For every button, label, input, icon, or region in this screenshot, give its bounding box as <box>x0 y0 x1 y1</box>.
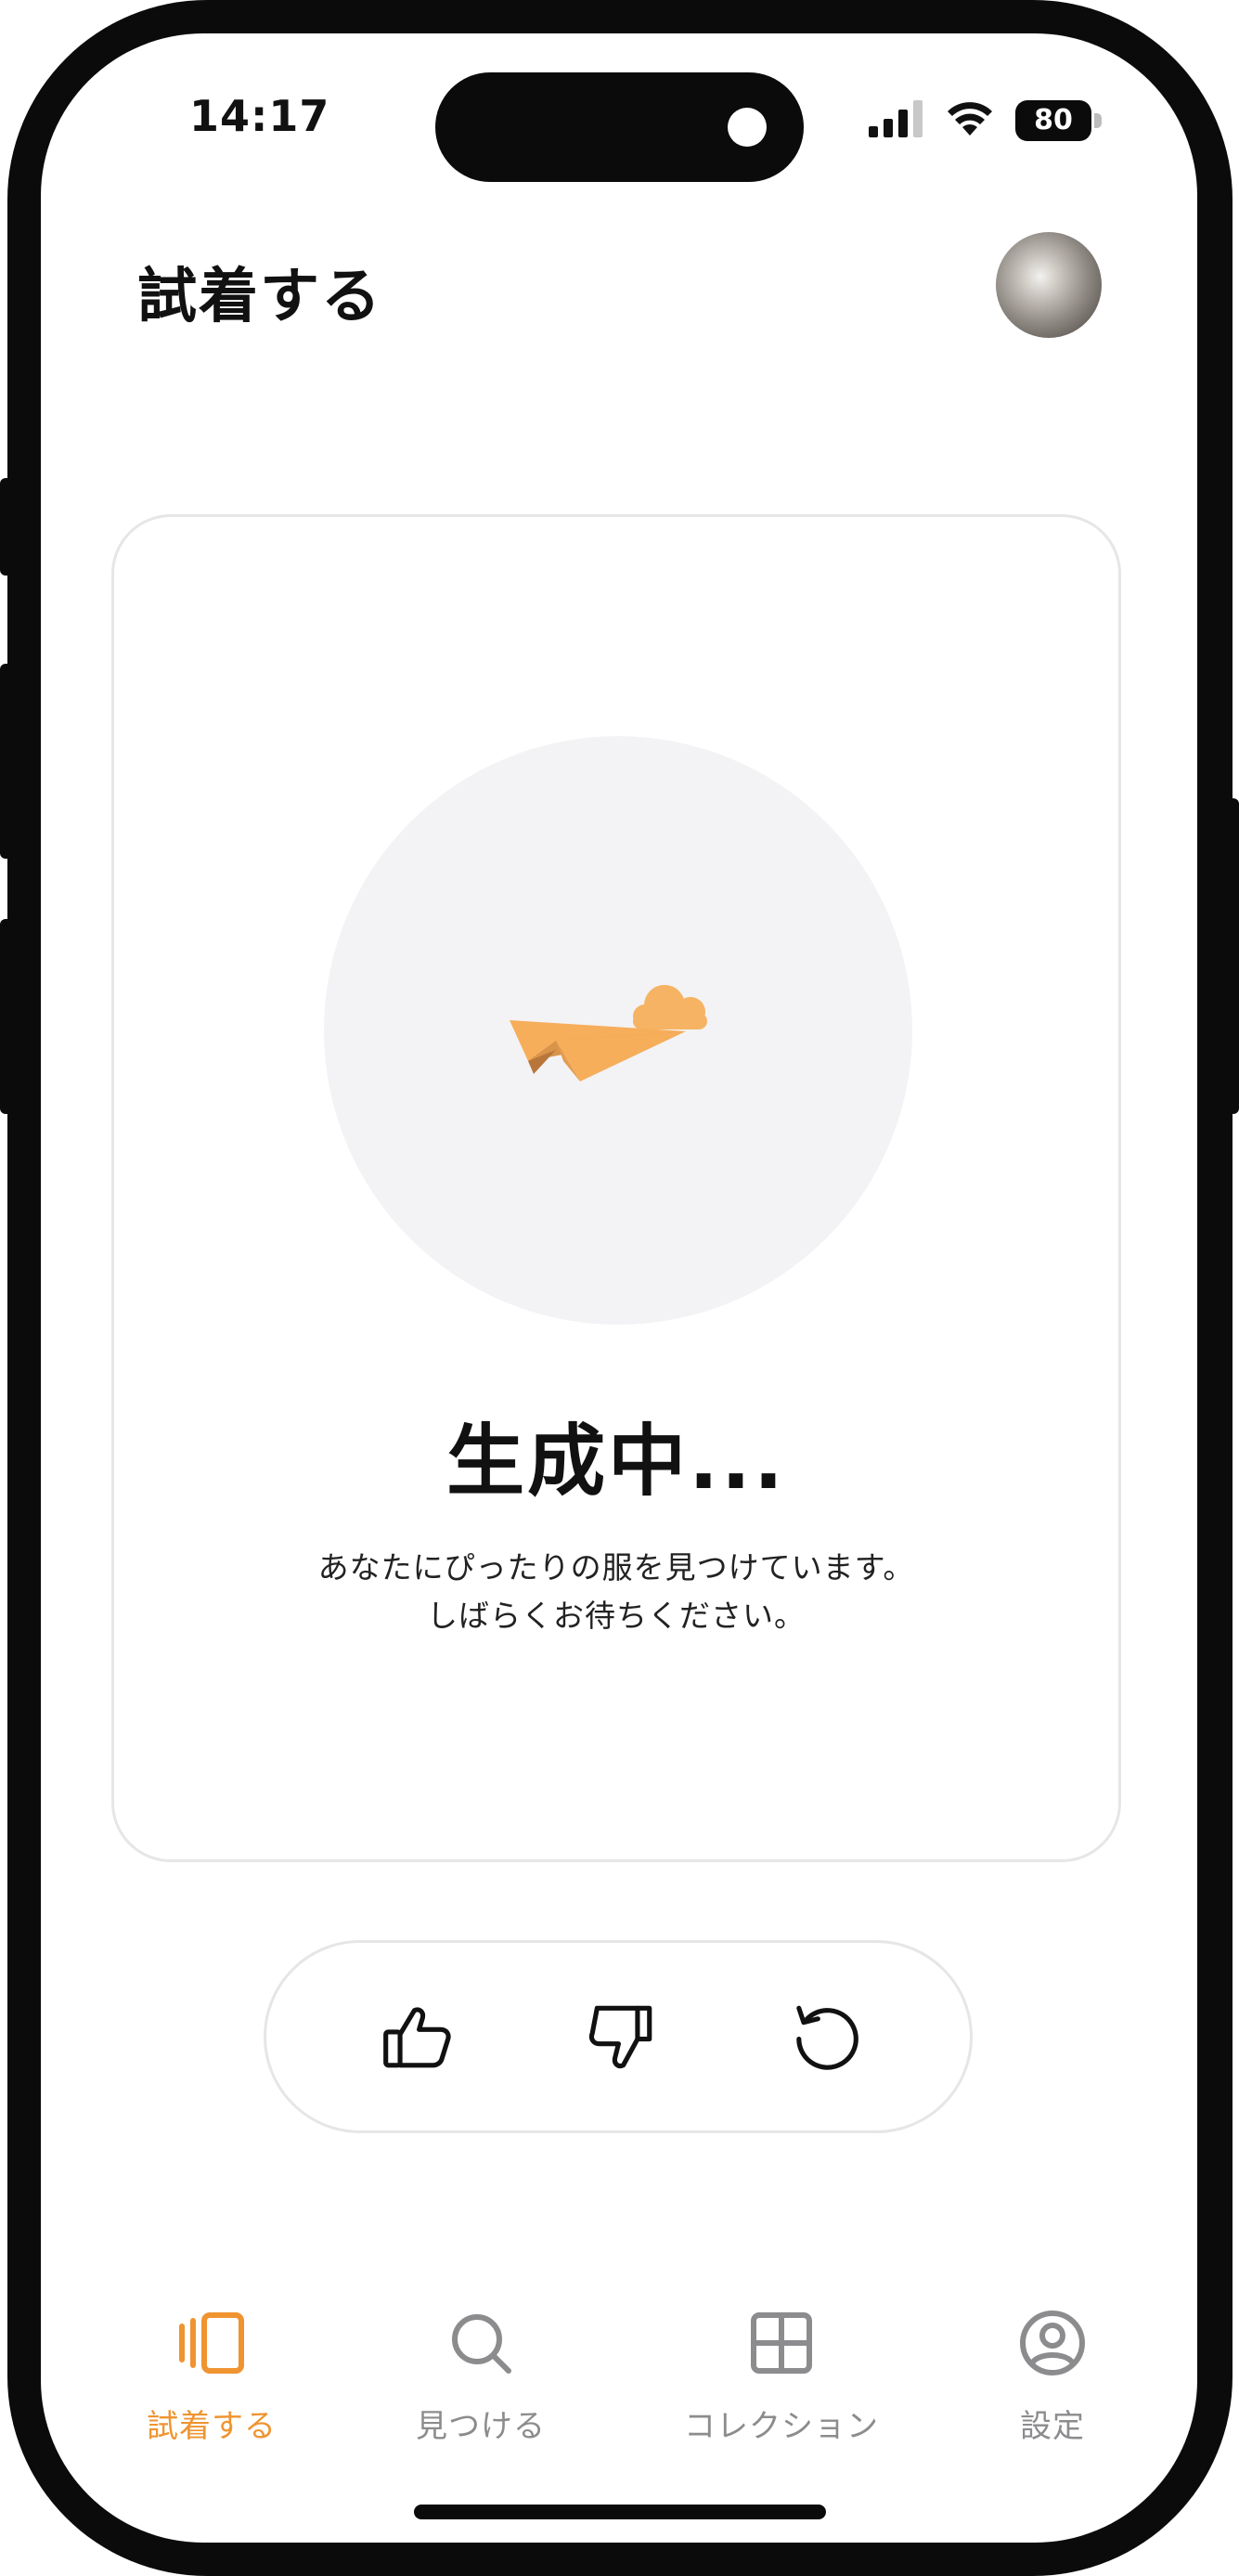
grid-icon <box>751 2312 812 2374</box>
try-on-cards-icon <box>179 2312 244 2374</box>
refresh-icon <box>796 2005 858 2070</box>
volume-down-button <box>0 919 15 1114</box>
generating-title: 生成中... <box>446 1416 786 1507</box>
profile-circle-icon <box>1020 2311 1085 2375</box>
battery-cap <box>1094 113 1102 128</box>
tab-collection[interactable]: コレクション <box>642 2306 921 2446</box>
generating-message-line2: しばらくお待ちください。 <box>427 1598 806 1634</box>
cellular-signal-icon <box>869 100 923 137</box>
tab-try-on-label: 試着する <box>147 2408 277 2445</box>
illustration-circle <box>324 736 912 1325</box>
tab-settings[interactable]: 設定 <box>913 2306 1192 2446</box>
thumbs-down-icon <box>588 2005 652 2069</box>
power-button <box>1224 798 1239 1114</box>
avatar[interactable] <box>996 232 1102 338</box>
tab-try-on[interactable]: 試着する <box>72 2306 351 2446</box>
tab-collection-label: コレクション <box>684 2408 879 2445</box>
volume-up-button <box>0 664 15 859</box>
cloud-icon <box>633 985 707 1029</box>
front-camera <box>728 108 767 147</box>
tab-discover[interactable]: 見つける <box>342 2306 620 2446</box>
dislike-button[interactable] <box>570 1986 672 2088</box>
home-indicator[interactable] <box>414 2505 826 2519</box>
status-time: 14:17 <box>189 91 330 141</box>
generating-message: あなたにぴったりの服を見つけています。 しばらくお待ちください。 <box>114 1544 1118 1640</box>
battery-indicator: 80 <box>1015 100 1091 141</box>
action-button <box>0 478 15 576</box>
like-button[interactable] <box>366 1986 468 2088</box>
wifi-icon <box>948 102 992 136</box>
thumbs-up-icon <box>383 2007 451 2068</box>
tab-discover-label: 見つける <box>416 2408 546 2445</box>
phone-screen: 14:17 80 試着する 生成中... あなたにぴったりの服を見つけています。… <box>41 33 1197 2543</box>
feedback-bar <box>264 1940 973 2133</box>
generation-card: 生成中... あなたにぴったりの服を見つけています。 しばらくお待ちください。 <box>111 514 1121 1862</box>
search-icon <box>452 2314 511 2374</box>
tab-settings-label: 設定 <box>1020 2408 1085 2445</box>
page-title: 試着する <box>137 263 382 331</box>
paper-plane-icon <box>510 985 707 1081</box>
retry-button[interactable] <box>774 1986 876 2088</box>
generating-message-line1: あなたにぴったりの服を見つけています。 <box>317 1549 915 1586</box>
dynamic-island <box>435 72 804 182</box>
